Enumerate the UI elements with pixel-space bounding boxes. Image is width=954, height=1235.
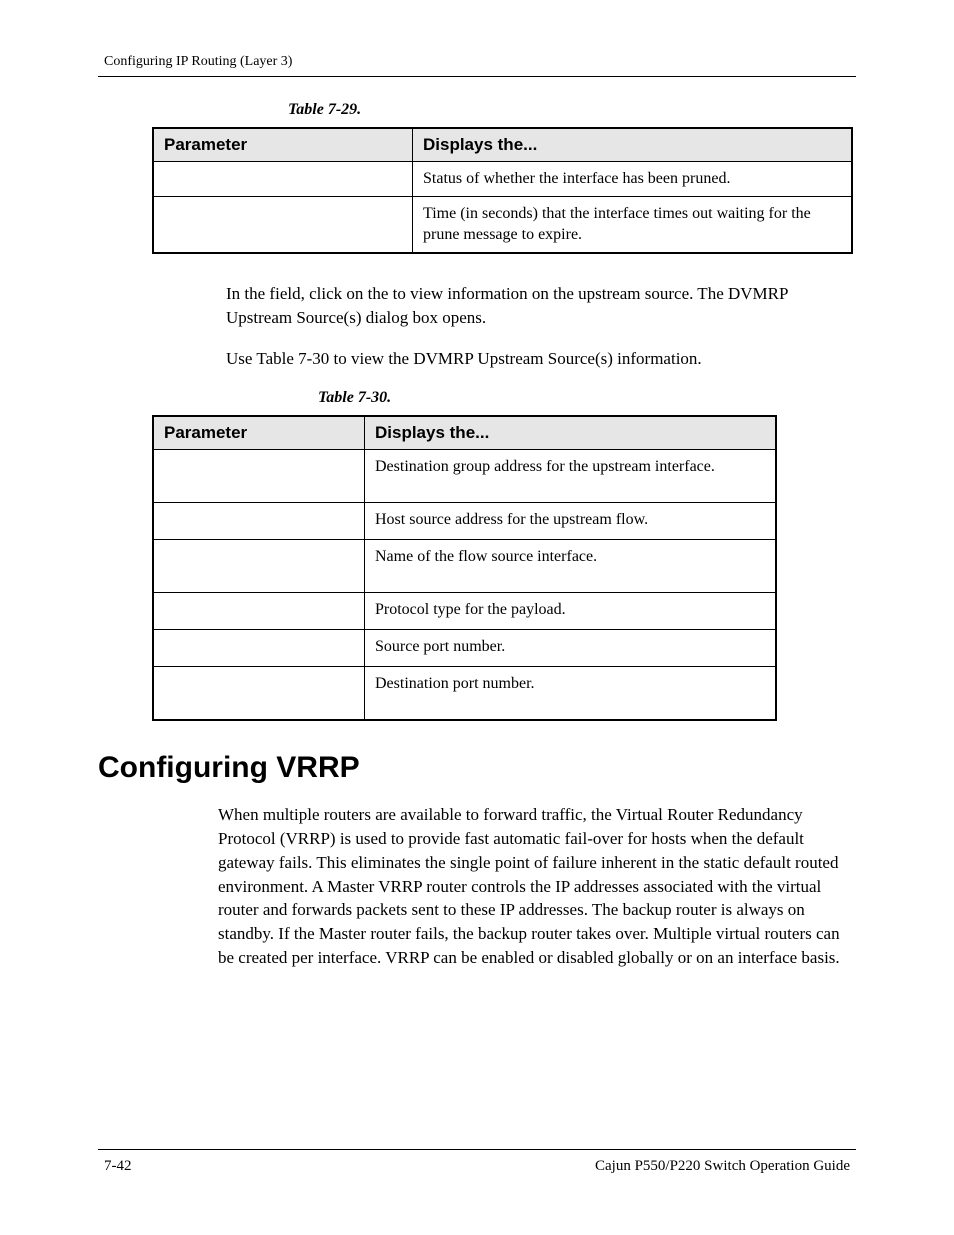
table-row: Name of the flow source interface. [153, 540, 776, 593]
cell-displays: Destination port number. [365, 667, 777, 721]
paragraph-vrrp-body: When multiple routers are available to f… [218, 803, 856, 970]
column-header-displays: Displays the... [365, 416, 777, 450]
column-header-displays: Displays the... [413, 128, 853, 162]
column-header-parameter: Parameter [153, 128, 413, 162]
cell-displays: Source port number. [365, 630, 777, 667]
paragraph-upstream-instruction: In the field, click on the to view infor… [226, 282, 848, 330]
cell-parameter [153, 450, 365, 503]
page-footer: 7-42 Cajun P550/P220 Switch Operation Gu… [98, 1149, 856, 1175]
column-header-parameter: Parameter [153, 416, 365, 450]
cell-parameter [153, 162, 413, 197]
cell-displays: Destination group address for the upstre… [365, 450, 777, 503]
table-row: Parameter Displays the... [153, 416, 776, 450]
table-row: Time (in seconds) that the interface tim… [153, 196, 852, 253]
cell-parameter [153, 593, 365, 630]
table-29-caption: Table 7-29. [288, 101, 856, 119]
table-30: Parameter Displays the... Destination gr… [152, 415, 777, 721]
page: Configuring IP Routing (Layer 3) Table 7… [0, 0, 954, 1235]
cell-parameter [153, 503, 365, 540]
section-heading-vrrp: Configuring VRRP [98, 751, 856, 785]
cell-displays: Time (in seconds) that the interface tim… [413, 196, 853, 253]
table-29: Parameter Displays the... Status of whet… [152, 127, 853, 254]
running-head: Configuring IP Routing (Layer 3) [104, 54, 856, 70]
table-row: Parameter Displays the... [153, 128, 852, 162]
cell-displays: Host source address for the upstream flo… [365, 503, 777, 540]
table-row: Host source address for the upstream flo… [153, 503, 776, 540]
cell-displays: Name of the flow source interface. [365, 540, 777, 593]
cell-displays: Protocol type for the payload. [365, 593, 777, 630]
table-row: Destination port number. [153, 667, 776, 721]
page-number: 7-42 [104, 1158, 132, 1175]
cell-parameter [153, 667, 365, 721]
cell-parameter [153, 540, 365, 593]
cell-parameter [153, 196, 413, 253]
table-row: Status of whether the interface has been… [153, 162, 852, 197]
cell-displays: Status of whether the interface has been… [413, 162, 853, 197]
paragraph-table-reference: Use Table 7-30 to view the DVMRP Upstrea… [226, 347, 848, 371]
cell-parameter [153, 630, 365, 667]
table-row: Destination group address for the upstre… [153, 450, 776, 503]
table-row: Protocol type for the payload. [153, 593, 776, 630]
table-row: Source port number. [153, 630, 776, 667]
table-30-caption: Table 7-30. [318, 389, 856, 407]
header-rule [98, 76, 856, 77]
document-title: Cajun P550/P220 Switch Operation Guide [595, 1158, 850, 1175]
footer-rule [98, 1149, 856, 1150]
